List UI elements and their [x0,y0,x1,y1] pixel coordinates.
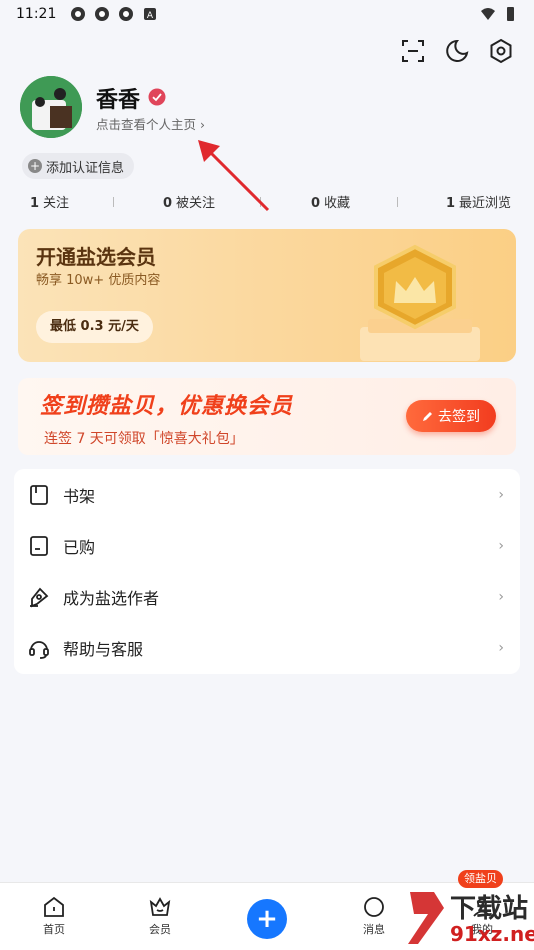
watermark-line2: 91xz.net [450,922,534,946]
bookshelf-icon [30,484,48,505]
view-profile-link[interactable]: 点击查看个人主页 › [96,114,205,133]
stat-favorites[interactable]: 0 收藏 [311,192,350,211]
menu-item-become-author[interactable]: 成为盐选作者 › [14,571,520,622]
vip-price-button[interactable]: 最低 0.3 元/天 [36,311,153,343]
settings-icon[interactable] [488,38,514,64]
sign-in-button[interactable]: 去签到 [406,400,496,432]
status-time: 11:21 [16,6,57,22]
chevron-right-icon: › [498,537,504,554]
watermark-line1: 下载站 [450,894,529,924]
stat-followers[interactable]: 0 被关注 [163,192,215,211]
stat-recent[interactable]: 1 最近浏览 [446,192,511,211]
divider [113,197,114,207]
divider [397,197,398,207]
stat-label: 最近浏览 [459,196,512,211]
add-certification-label: 添加认证信息 [46,160,125,176]
nav-label: 消息 [363,923,385,936]
vip-title: 开通盐选会员 [36,245,156,269]
vip-membership-card[interactable]: 开通盐选会员 畅享 10w+ 优质内容 最低 0.3 元/天 [18,229,516,362]
app-notification-icon [119,7,134,21]
crown-badge-icon [360,244,480,361]
profile-header[interactable]: 香香 点击查看个人主页 › [20,76,520,146]
watermark: 下载站 91xz.net [404,888,534,950]
menu-list: 书架 › 已购 › 成为盐选作者 › 帮助与客服 › [14,469,520,674]
avatar-image [20,76,82,138]
home-icon [44,896,64,917]
nav-messages[interactable]: 消息 [344,895,404,937]
battery-icon [507,7,514,21]
verified-icon [148,88,166,106]
menu-item-purchased[interactable]: 已购 › [14,520,520,571]
sign-in-subtitle: 连签 7 天可领取「惊喜大礼包」 [44,431,244,447]
app-notification-icon [95,7,110,21]
message-icon [364,897,384,917]
stat-label: 被关注 [176,196,216,211]
sign-in-title: 签到攒盐贝，优惠换会员 [40,394,294,419]
stat-count: 1 [446,196,456,211]
user-name: 香香 [96,88,141,113]
scan-icon[interactable] [400,38,426,64]
sign-in-card[interactable]: 签到攒盐贝，优惠换会员 连签 7 天可领取「惊喜大礼包」 去签到 [18,378,516,455]
menu-label: 成为盐选作者 [63,588,160,608]
nav-member[interactable]: 会员 [130,895,190,937]
stat-count: 0 [163,196,173,211]
sign-in-button-label: 去签到 [438,409,480,425]
dark-mode-icon[interactable] [444,38,470,64]
status-right [480,6,518,22]
nav-home[interactable]: 首页 [24,895,84,937]
author-icon [30,587,49,607]
menu-label: 帮助与客服 [63,639,144,659]
app-notification-icon [71,7,86,21]
menu-item-bookshelf[interactable]: 书架 › [14,469,520,520]
purchased-icon [30,535,48,556]
nav-badge: 领盐贝 [458,870,503,888]
menu-item-help[interactable]: 帮助与客服 › [14,622,520,673]
nav-label: 首页 [43,923,65,936]
stat-count: 1 [30,196,40,211]
chevron-right-icon: › [498,588,504,605]
stat-count: 0 [311,196,321,211]
crown-icon [149,897,171,916]
plus-icon: + [28,159,42,173]
watermark-logo [408,892,444,944]
create-button[interactable]: + [247,899,287,939]
stat-label: 关注 [43,196,70,211]
svg-text:A: A [147,11,154,21]
chevron-right-icon: › [498,486,504,503]
pencil-icon [423,412,432,421]
top-actions [400,38,514,64]
keyboard-notification-icon: A [144,8,157,21]
wifi-icon [481,8,495,20]
stat-label: 收藏 [324,196,351,211]
stat-following[interactable]: 1 关注 [30,192,69,211]
headset-icon [29,640,49,659]
chevron-right-icon: › [498,639,504,656]
menu-label: 书架 [63,486,96,506]
vip-subtitle: 畅享 10w+ 优质内容 [36,273,161,288]
avatar[interactable] [20,76,82,138]
add-certification-button[interactable]: + 添加认证信息 [22,153,135,179]
status-icons: A [70,6,158,22]
status-bar: 11:21 A [0,0,534,28]
divider [260,197,261,207]
nav-label: 会员 [149,923,171,936]
stats-row: 1 关注 0 被关注 0 收藏 1 最近浏览 [0,192,534,214]
menu-label: 已购 [63,537,96,557]
